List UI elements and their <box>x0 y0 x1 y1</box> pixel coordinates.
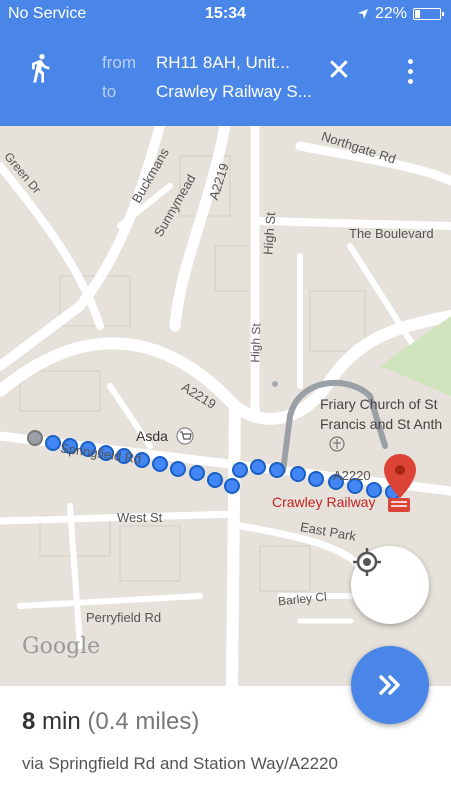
directions-header: from RH11 8AH, Unit... to Crawley Railway … <box>0 30 451 126</box>
status-bar: No Service 15:34 22% <box>0 0 451 30</box>
to-field[interactable]: Crawley Railway S... <box>156 82 312 101</box>
route-dot <box>250 459 266 475</box>
route-dot <box>189 465 205 481</box>
start-navigation-button[interactable] <box>351 646 429 724</box>
from-field[interactable]: RH11 8AH, Unit... <box>156 53 290 72</box>
battery-icon <box>413 8 444 20</box>
duration: 8 min (0.4 miles) <box>22 708 199 736</box>
street-label: High St <box>247 323 264 363</box>
distance: (0.4 miles) <box>87 708 200 735</box>
my-location-icon <box>353 548 381 576</box>
route-endpoints[interactable]: from RH11 8AH, Unit... to Crawley Railway … <box>102 48 312 106</box>
my-location-button[interactable] <box>351 546 429 624</box>
status-right: 22% <box>357 5 444 23</box>
place-label: Asda <box>136 428 168 444</box>
place-label: Crawley Railway <box>272 494 376 510</box>
route-dot <box>290 466 306 482</box>
route-dot <box>207 472 223 488</box>
more-vert-icon[interactable] <box>400 54 420 88</box>
place-label: Francis and St Anth <box>320 416 443 432</box>
train-station-icon <box>388 498 410 512</box>
street-label: A2220 <box>333 468 371 483</box>
location-arrow-icon <box>357 9 368 19</box>
route-dot <box>27 430 43 446</box>
duration-unit: min <box>35 708 81 735</box>
street-label: West St <box>117 510 163 525</box>
route-dot <box>232 462 248 478</box>
route-dot <box>45 435 61 451</box>
shopping-icon <box>176 427 194 445</box>
route-dot <box>152 456 168 472</box>
street-label: Perryfield Rd <box>86 610 162 625</box>
battery-percent: 22% <box>374 5 407 22</box>
map-view[interactable]: Northgate Rd Buckmans Sunnymead A2219 Hi… <box>0 126 451 686</box>
route-dot <box>170 461 186 477</box>
route-dot <box>308 471 324 487</box>
via-text: via Springfield Rd and Station Way/A2220 <box>22 754 338 773</box>
street-label: The Boulevard <box>349 226 434 241</box>
church-icon <box>329 436 345 452</box>
route-dot <box>269 462 285 478</box>
route-dot <box>224 478 240 494</box>
walk-icon[interactable] <box>24 52 56 84</box>
poi-icon <box>272 381 278 387</box>
place-label: Friary Church of St <box>320 396 438 412</box>
to-label: to <box>102 82 117 101</box>
chevron-double-right-icon <box>379 675 400 695</box>
street-label: High St <box>260 211 279 256</box>
google-logo: Google <box>22 634 101 659</box>
from-label: from <box>102 53 136 72</box>
duration-value: 8 <box>22 708 36 735</box>
close-icon[interactable]: ✕ <box>322 54 356 88</box>
